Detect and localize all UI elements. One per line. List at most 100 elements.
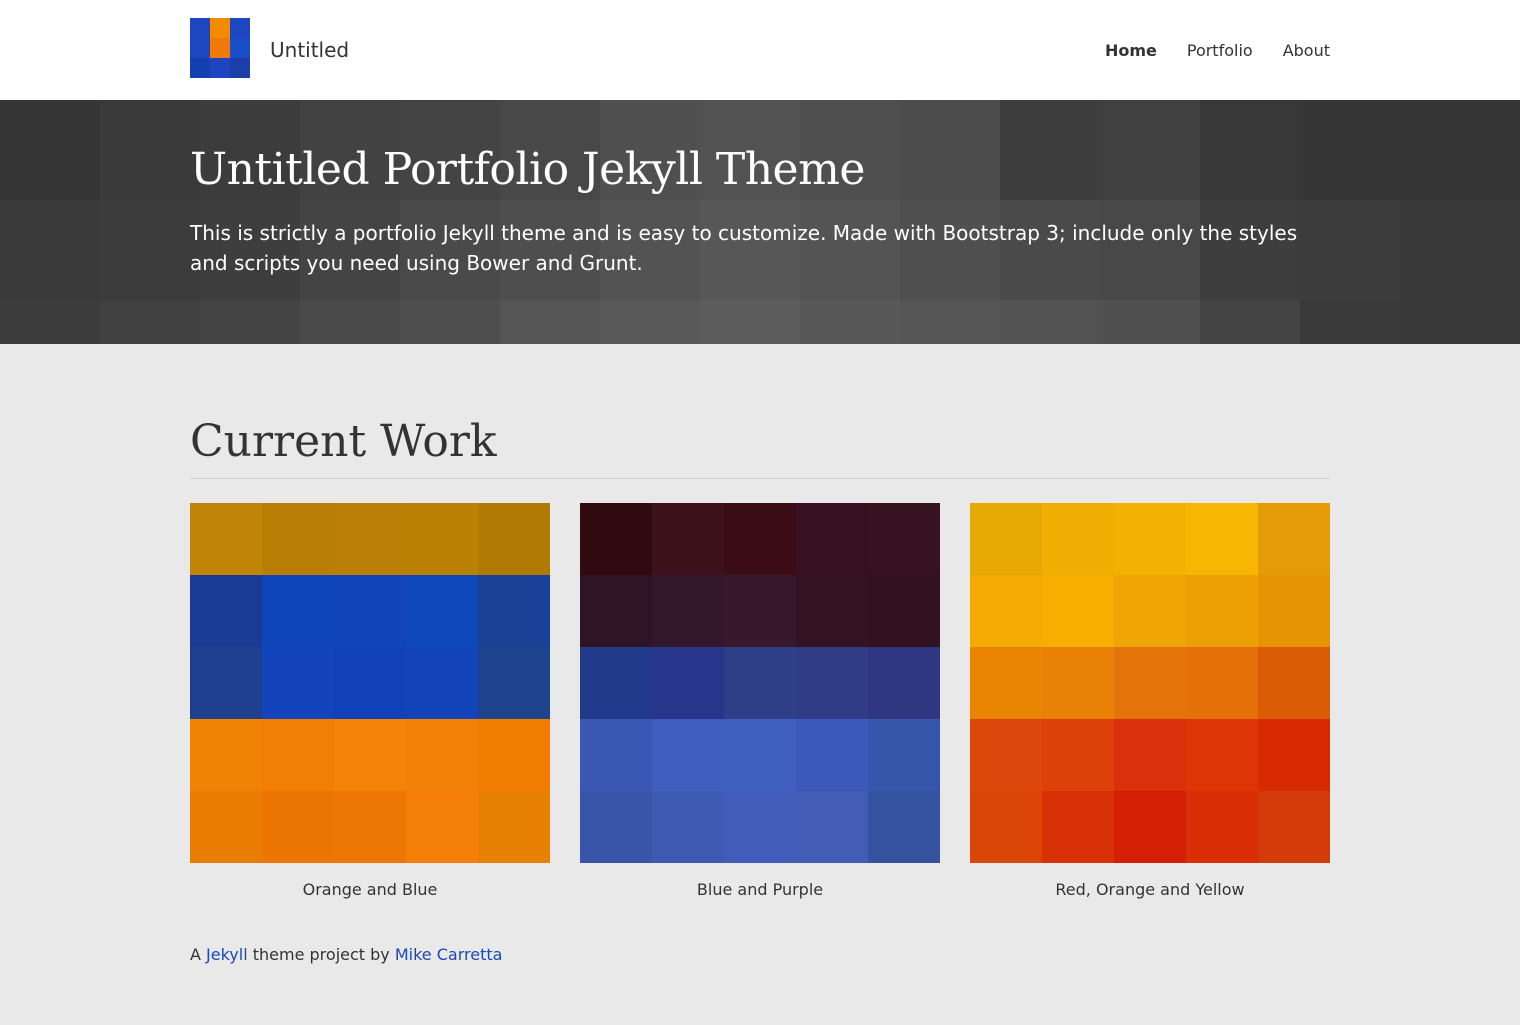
thumbnail-pixel (406, 647, 478, 719)
thumbnail-pixel (796, 791, 868, 863)
thumbnail-pixel (970, 647, 1042, 719)
thumbnail-pixel (652, 575, 724, 647)
thumbnail-pixel (1258, 719, 1330, 791)
thumbnail-pixel (406, 719, 478, 791)
thumbnail-pixel (262, 719, 334, 791)
thumbnail-pixel (1114, 719, 1186, 791)
thumbnail-pixel (580, 503, 652, 575)
portfolio-thumbnail[interactable] (580, 503, 940, 863)
thumbnail-pixel (970, 503, 1042, 575)
hero-pixel (1500, 100, 1520, 200)
portfolio-thumbnail[interactable] (190, 503, 550, 863)
hero-pixel (0, 300, 100, 344)
hero-pixel (100, 200, 200, 300)
thumbnail-pixel (580, 791, 652, 863)
thumbnail-pixel (724, 647, 796, 719)
thumbnail-pixel (190, 647, 262, 719)
logo-icon[interactable] (190, 18, 250, 78)
portfolio-card-orange-blue[interactable]: Orange and Blue (190, 503, 550, 901)
thumbnail-pixel (190, 791, 262, 863)
thumbnail-pixel (868, 647, 940, 719)
nav-home[interactable]: Home (1105, 40, 1157, 62)
thumbnail-pixel (652, 503, 724, 575)
author-link[interactable]: Mike Carretta (395, 945, 503, 964)
thumbnail-pixel (406, 503, 478, 575)
thumbnail-pixel (796, 503, 868, 575)
hero-pixel (400, 300, 500, 344)
hero-pixel (1400, 200, 1500, 300)
thumbnail-pixel (796, 647, 868, 719)
thumbnail-pixel (334, 647, 406, 719)
brand-link[interactable]: Untitled (270, 38, 349, 62)
hero-pixel (600, 300, 700, 344)
footer-middle: theme project by (247, 945, 395, 964)
logo-pixel (230, 18, 250, 38)
thumbnail-pixel (1042, 647, 1114, 719)
hero-pixel (1200, 300, 1300, 344)
thumbnail-pixel (1114, 575, 1186, 647)
portfolio-caption: Blue and Purple (696, 880, 824, 899)
portfolio-thumbnail[interactable] (970, 503, 1330, 863)
hero-pixel (1100, 300, 1200, 344)
thumbnail-pixel (478, 719, 550, 791)
hero-pixel (200, 300, 300, 344)
logo-pixel (190, 18, 210, 38)
thumbnail-pixel (1186, 575, 1258, 647)
section-title: Current Work (190, 412, 1330, 479)
hero-pixel (1400, 100, 1500, 200)
thumbnail-pixel (652, 719, 724, 791)
thumbnail-pixel (580, 575, 652, 647)
thumbnail-pixel (796, 719, 868, 791)
thumbnail-pixel (1258, 647, 1330, 719)
thumbnail-pixel (724, 719, 796, 791)
thumbnail-pixel (1186, 503, 1258, 575)
logo-pixel (210, 58, 230, 78)
thumbnail-pixel (1258, 791, 1330, 863)
hero-pixel (0, 200, 100, 300)
hero-pixel (700, 300, 800, 344)
thumbnail-pixel (262, 575, 334, 647)
thumbnail-pixel (262, 503, 334, 575)
thumbnail-pixel (868, 575, 940, 647)
hero-pixel (100, 100, 200, 200)
thumbnail-pixel (478, 575, 550, 647)
thumbnail-pixel (1186, 647, 1258, 719)
thumbnail-pixel (1042, 791, 1114, 863)
thumbnail-pixel (262, 791, 334, 863)
thumbnail-pixel (1258, 503, 1330, 575)
thumbnail-pixel (334, 719, 406, 791)
thumbnail-pixel (1042, 503, 1114, 575)
thumbnail-pixel (190, 575, 262, 647)
thumbnail-pixel (724, 503, 796, 575)
footer-prefix: A (190, 945, 207, 964)
thumbnail-pixel (580, 647, 652, 719)
thumbnail-pixel (970, 575, 1042, 647)
portfolio-card-red-orange-yellow[interactable]: Red, Orange and Yellow (970, 503, 1330, 901)
thumbnail-pixel (190, 719, 262, 791)
thumbnail-pixel (1042, 719, 1114, 791)
thumbnail-pixel (970, 791, 1042, 863)
thumbnail-pixel (868, 503, 940, 575)
nav-about[interactable]: About (1283, 40, 1330, 62)
thumbnail-pixel (334, 575, 406, 647)
portfolio-caption: Red, Orange and Yellow (1055, 880, 1245, 899)
hero-pixel (900, 300, 1000, 344)
hero-pixel (300, 300, 400, 344)
navbar: Untitled Home Portfolio About (0, 0, 1520, 100)
thumbnail-pixel (334, 503, 406, 575)
thumbnail-pixel (1114, 647, 1186, 719)
portfolio-card-blue-purple[interactable]: Blue and Purple (580, 503, 940, 901)
thumbnail-pixel (868, 791, 940, 863)
thumbnail-pixel (1258, 575, 1330, 647)
hero-pixel (500, 300, 600, 344)
thumbnail-pixel (478, 503, 550, 575)
hero-pixel (1400, 300, 1500, 344)
jekyll-link[interactable]: Jekyll (206, 945, 248, 964)
thumbnail-pixel (262, 647, 334, 719)
logo-pixel (210, 38, 230, 58)
nav-portfolio[interactable]: Portfolio (1187, 40, 1253, 62)
thumbnail-pixel (796, 575, 868, 647)
thumbnail-pixel (724, 575, 796, 647)
hero-pixel (1100, 100, 1200, 200)
thumbnail-pixel (1186, 719, 1258, 791)
